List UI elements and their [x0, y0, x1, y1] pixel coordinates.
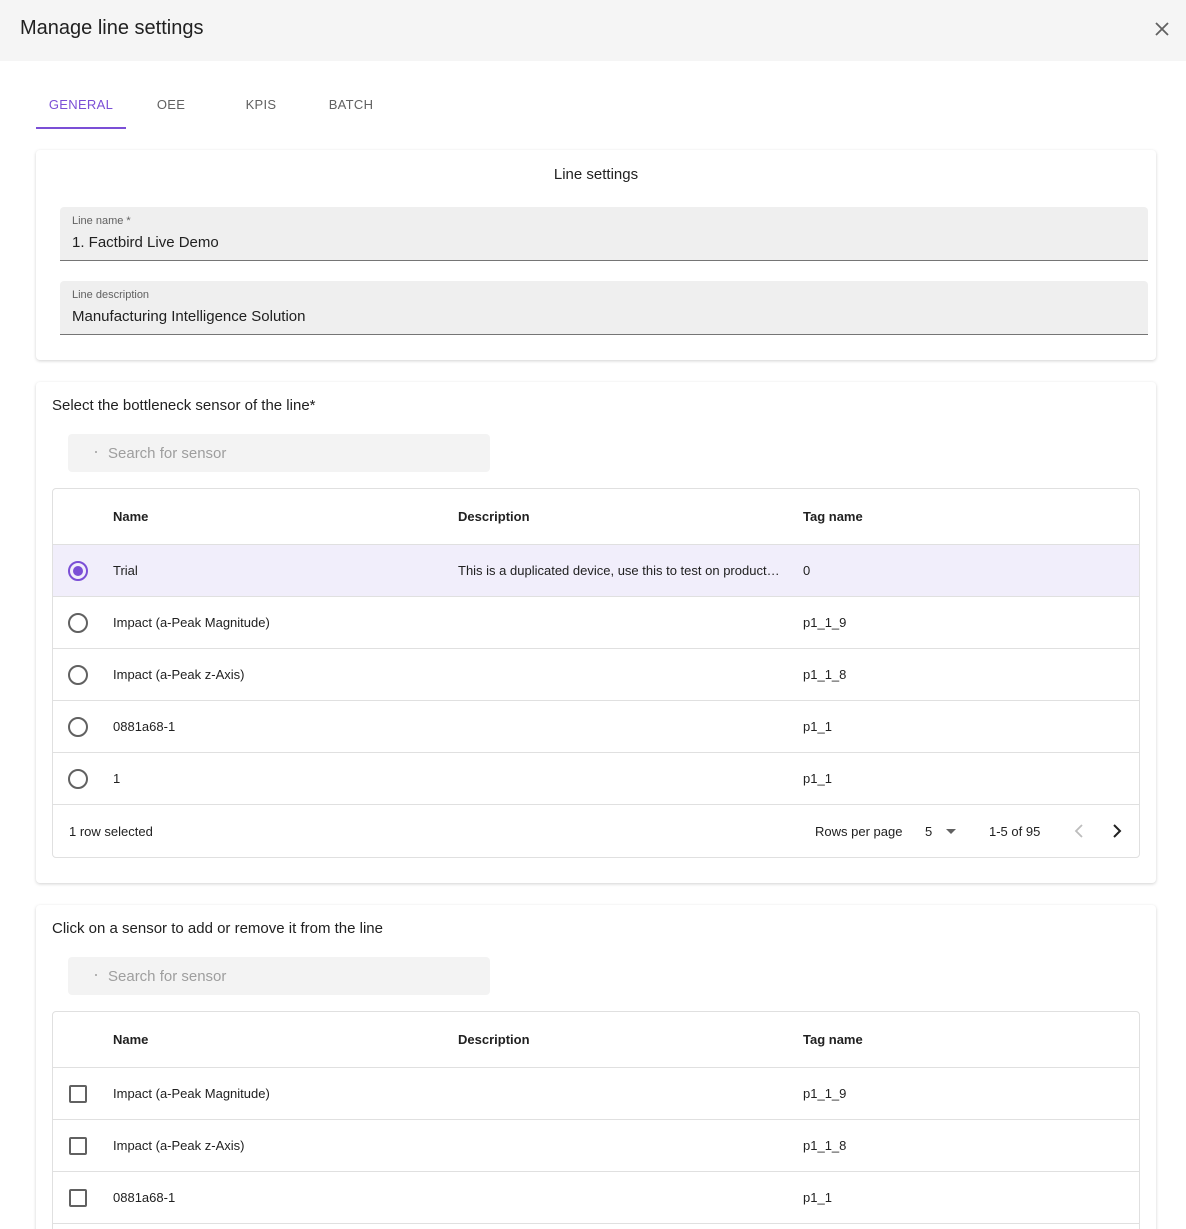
- dialog-header: Manage line settings: [0, 0, 1186, 61]
- row-name: Impact (a-Peak z-Axis): [113, 667, 245, 682]
- bottleneck-card: Select the bottleneck sensor of the line…: [36, 382, 1156, 883]
- row-description: [458, 649, 780, 700]
- row-tag: p1_1_9: [803, 1086, 847, 1101]
- page-range: 1-5 of 95: [989, 823, 1041, 839]
- table-row[interactable]: 0881a68-1 p1_1: [53, 701, 1139, 753]
- row-description: [458, 1172, 780, 1223]
- table-pagination: 1 row selected Rows per page 5 1-5 of 95: [53, 805, 1139, 857]
- close-button[interactable]: [1150, 17, 1174, 41]
- bottleneck-title: Select the bottleneck sensor of the line…: [52, 397, 316, 414]
- tab-general[interactable]: GENERAL: [36, 80, 126, 129]
- row-description: [458, 701, 780, 752]
- row-description: [458, 1068, 780, 1119]
- tab-kpis[interactable]: KPIS: [216, 80, 306, 129]
- row-name: Impact (a-Peak Magnitude): [113, 1086, 270, 1101]
- line-description-label: Line description: [72, 289, 150, 301]
- row-name: 0881a68-1: [113, 1190, 176, 1205]
- radio-button[interactable]: [68, 716, 88, 737]
- table-row[interactable]: Impact (a-Peak z-Axis) p1_1_8: [53, 649, 1139, 701]
- row-name: Impact (a-Peak z-Axis): [113, 1138, 245, 1153]
- line-sensors-table: Name Description Tag name Impact (a-Peak…: [52, 1011, 1140, 1229]
- line-description-value[interactable]: Manufacturing Intelligence Solution: [72, 308, 305, 325]
- chevron-right-icon: [1113, 824, 1122, 838]
- line-settings-card: Line settings Line name * 1. Factbird Li…: [36, 150, 1156, 360]
- bottleneck-search[interactable]: [68, 434, 490, 472]
- table-row[interactable]: [53, 1224, 1139, 1229]
- row-name: 0881a68-1: [113, 719, 176, 734]
- previous-page-button[interactable]: [1067, 819, 1091, 843]
- column-header-description[interactable]: Description: [458, 1012, 780, 1067]
- line-sensors-title: Click on a sensor to add or remove it fr…: [52, 920, 383, 937]
- row-description: [458, 1120, 780, 1171]
- column-header-name[interactable]: Name: [113, 489, 443, 544]
- row-checkbox[interactable]: [69, 1084, 87, 1103]
- row-tag: 0: [803, 563, 811, 578]
- tab-batch[interactable]: BATCH: [306, 80, 396, 129]
- row-name: Trial: [113, 563, 138, 578]
- rows-per-page-label: Rows per page: [815, 823, 903, 839]
- row-tag: p1_1_8: [803, 1138, 847, 1153]
- row-tag: p1_1_9: [803, 615, 847, 630]
- row-description: [458, 597, 780, 648]
- selected-count: 1 row selected: [69, 823, 153, 839]
- rows-per-page-select[interactable]: 5: [925, 805, 957, 857]
- row-name: Impact (a-Peak Magnitude): [113, 615, 270, 630]
- radio-button[interactable]: [68, 664, 88, 685]
- line-settings-title: Line settings: [553, 166, 639, 183]
- radio-button[interactable]: [68, 560, 88, 581]
- caret-down-icon: [946, 828, 957, 834]
- tab-oee[interactable]: OEE: [126, 80, 216, 129]
- bottleneck-search-input[interactable]: [108, 434, 478, 472]
- row-description: This is a duplicated device, use this to…: [458, 563, 780, 578]
- row-tag: p1_1: [803, 1190, 832, 1205]
- row-checkbox[interactable]: [69, 1136, 87, 1155]
- dialog-title: Manage line settings: [20, 17, 204, 39]
- row-description: [458, 753, 780, 804]
- line-sensors-search-input[interactable]: [108, 957, 478, 995]
- row-tag: p1_1: [803, 719, 832, 734]
- search-icon: [95, 974, 97, 976]
- row-tag: p1_1: [803, 771, 832, 786]
- table-row[interactable]: Impact (a-Peak Magnitude) p1_1_9: [53, 1068, 1139, 1120]
- column-header-tag[interactable]: Tag name: [803, 489, 1003, 544]
- table-row[interactable]: Impact (a-Peak z-Axis) p1_1_8: [53, 1120, 1139, 1172]
- close-icon: [1155, 22, 1169, 36]
- table-row[interactable]: Impact (a-Peak Magnitude) p1_1_9: [53, 597, 1139, 649]
- line-sensors-search[interactable]: [68, 957, 490, 995]
- row-tag: p1_1_8: [803, 667, 847, 682]
- table-row[interactable]: Trial This is a duplicated device, use t…: [53, 545, 1139, 597]
- row-checkbox[interactable]: [69, 1188, 87, 1207]
- radio-button[interactable]: [68, 768, 88, 789]
- line-sensors-card: Click on a sensor to add or remove it fr…: [36, 905, 1156, 1229]
- search-icon: [95, 451, 97, 453]
- bottleneck-table: Name Description Tag name Trial This is …: [52, 488, 1140, 858]
- next-page-button[interactable]: [1105, 819, 1129, 843]
- table-header-row: Name Description Tag name: [53, 489, 1139, 545]
- row-name: 1: [113, 771, 121, 786]
- column-header-tag[interactable]: Tag name: [803, 1012, 1003, 1067]
- column-header-description[interactable]: Description: [458, 489, 780, 544]
- table-header-row: Name Description Tag name: [53, 1012, 1139, 1068]
- tab-bar: GENERAL OEE KPIS BATCH: [36, 80, 396, 129]
- chevron-left-icon: [1074, 824, 1083, 838]
- line-name-label: Line name *: [72, 215, 131, 227]
- table-row[interactable]: 1 p1_1: [53, 753, 1139, 805]
- table-row[interactable]: 0881a68-1 p1_1: [53, 1172, 1139, 1224]
- radio-button[interactable]: [68, 612, 88, 633]
- line-name-value[interactable]: 1. Factbird Live Demo: [72, 234, 219, 251]
- rows-per-page-value: 5: [925, 823, 933, 839]
- column-header-name[interactable]: Name: [113, 1012, 443, 1067]
- line-name-field[interactable]: Line name * 1. Factbird Live Demo: [60, 207, 1148, 261]
- line-description-field[interactable]: Line description Manufacturing Intellige…: [60, 281, 1148, 335]
